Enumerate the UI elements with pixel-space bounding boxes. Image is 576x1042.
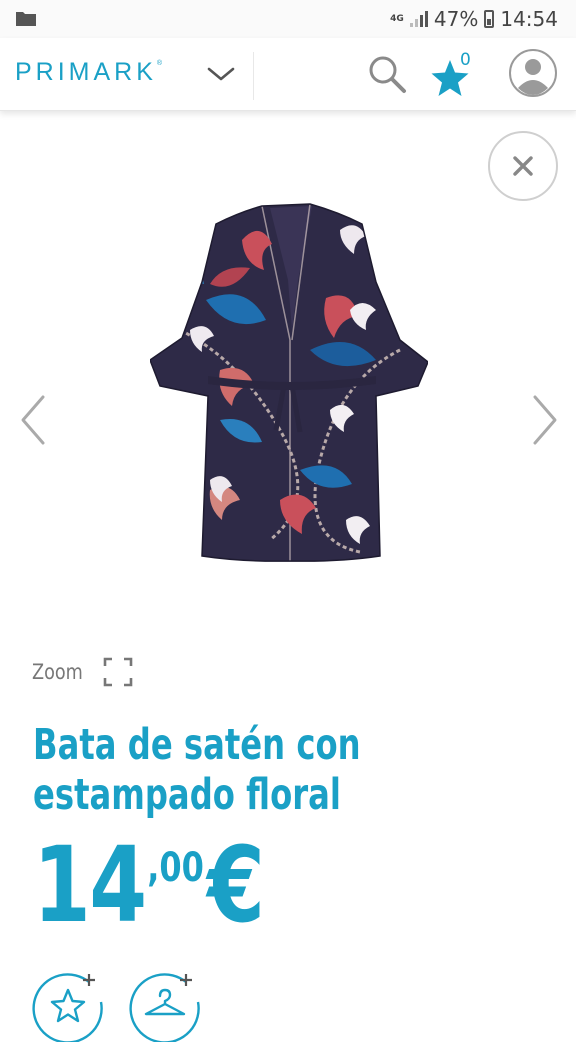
network-type: 4G — [390, 13, 404, 24]
add-to-wardrobe-icon[interactable] — [128, 968, 202, 1042]
product-image[interactable] — [150, 200, 428, 562]
brand-name: PRIMARK — [15, 58, 157, 86]
favorites-count: 0 — [460, 50, 471, 70]
brand-logo[interactable]: PRIMARK® — [15, 58, 162, 87]
close-button[interactable] — [488, 131, 558, 201]
product-title-line-2: estampado floral — [33, 770, 341, 820]
product-price: 14 ,00 € — [33, 830, 265, 940]
price-decimal: ,00 — [147, 845, 204, 891]
brand-registered-mark: ® — [156, 60, 163, 67]
battery-icon — [484, 10, 495, 28]
zoom-label: Zoom — [32, 660, 83, 684]
chevron-left-icon[interactable] — [18, 394, 48, 446]
price-integer: 14 — [33, 824, 147, 946]
product-title-line-1: Bata de satén con — [33, 720, 361, 770]
expand-icon — [103, 657, 132, 687]
status-bar: 4G 47% 14:54 — [0, 0, 576, 38]
zoom-button[interactable]: Zoom — [32, 655, 133, 689]
folder-icon — [16, 12, 36, 26]
account-icon[interactable] — [508, 48, 558, 98]
chevron-down-icon[interactable] — [206, 66, 236, 82]
clock: 14:54 — [500, 7, 558, 31]
product-title: Bata de satén con estampado floral — [33, 720, 408, 820]
status-indicators: 4G 47% 14:54 — [390, 6, 558, 32]
battery-percent: 47% — [433, 7, 479, 31]
chevron-right-icon[interactable] — [530, 394, 560, 446]
app-header: PRIMARK® 0 — [0, 38, 576, 111]
price-currency: € — [207, 824, 265, 946]
favorites-button[interactable]: 0 — [430, 50, 474, 98]
signal-icon — [409, 11, 428, 27]
add-to-favorites-icon[interactable] — [31, 968, 105, 1042]
search-icon[interactable] — [367, 54, 407, 94]
close-icon — [513, 156, 533, 176]
header-divider — [253, 52, 254, 100]
